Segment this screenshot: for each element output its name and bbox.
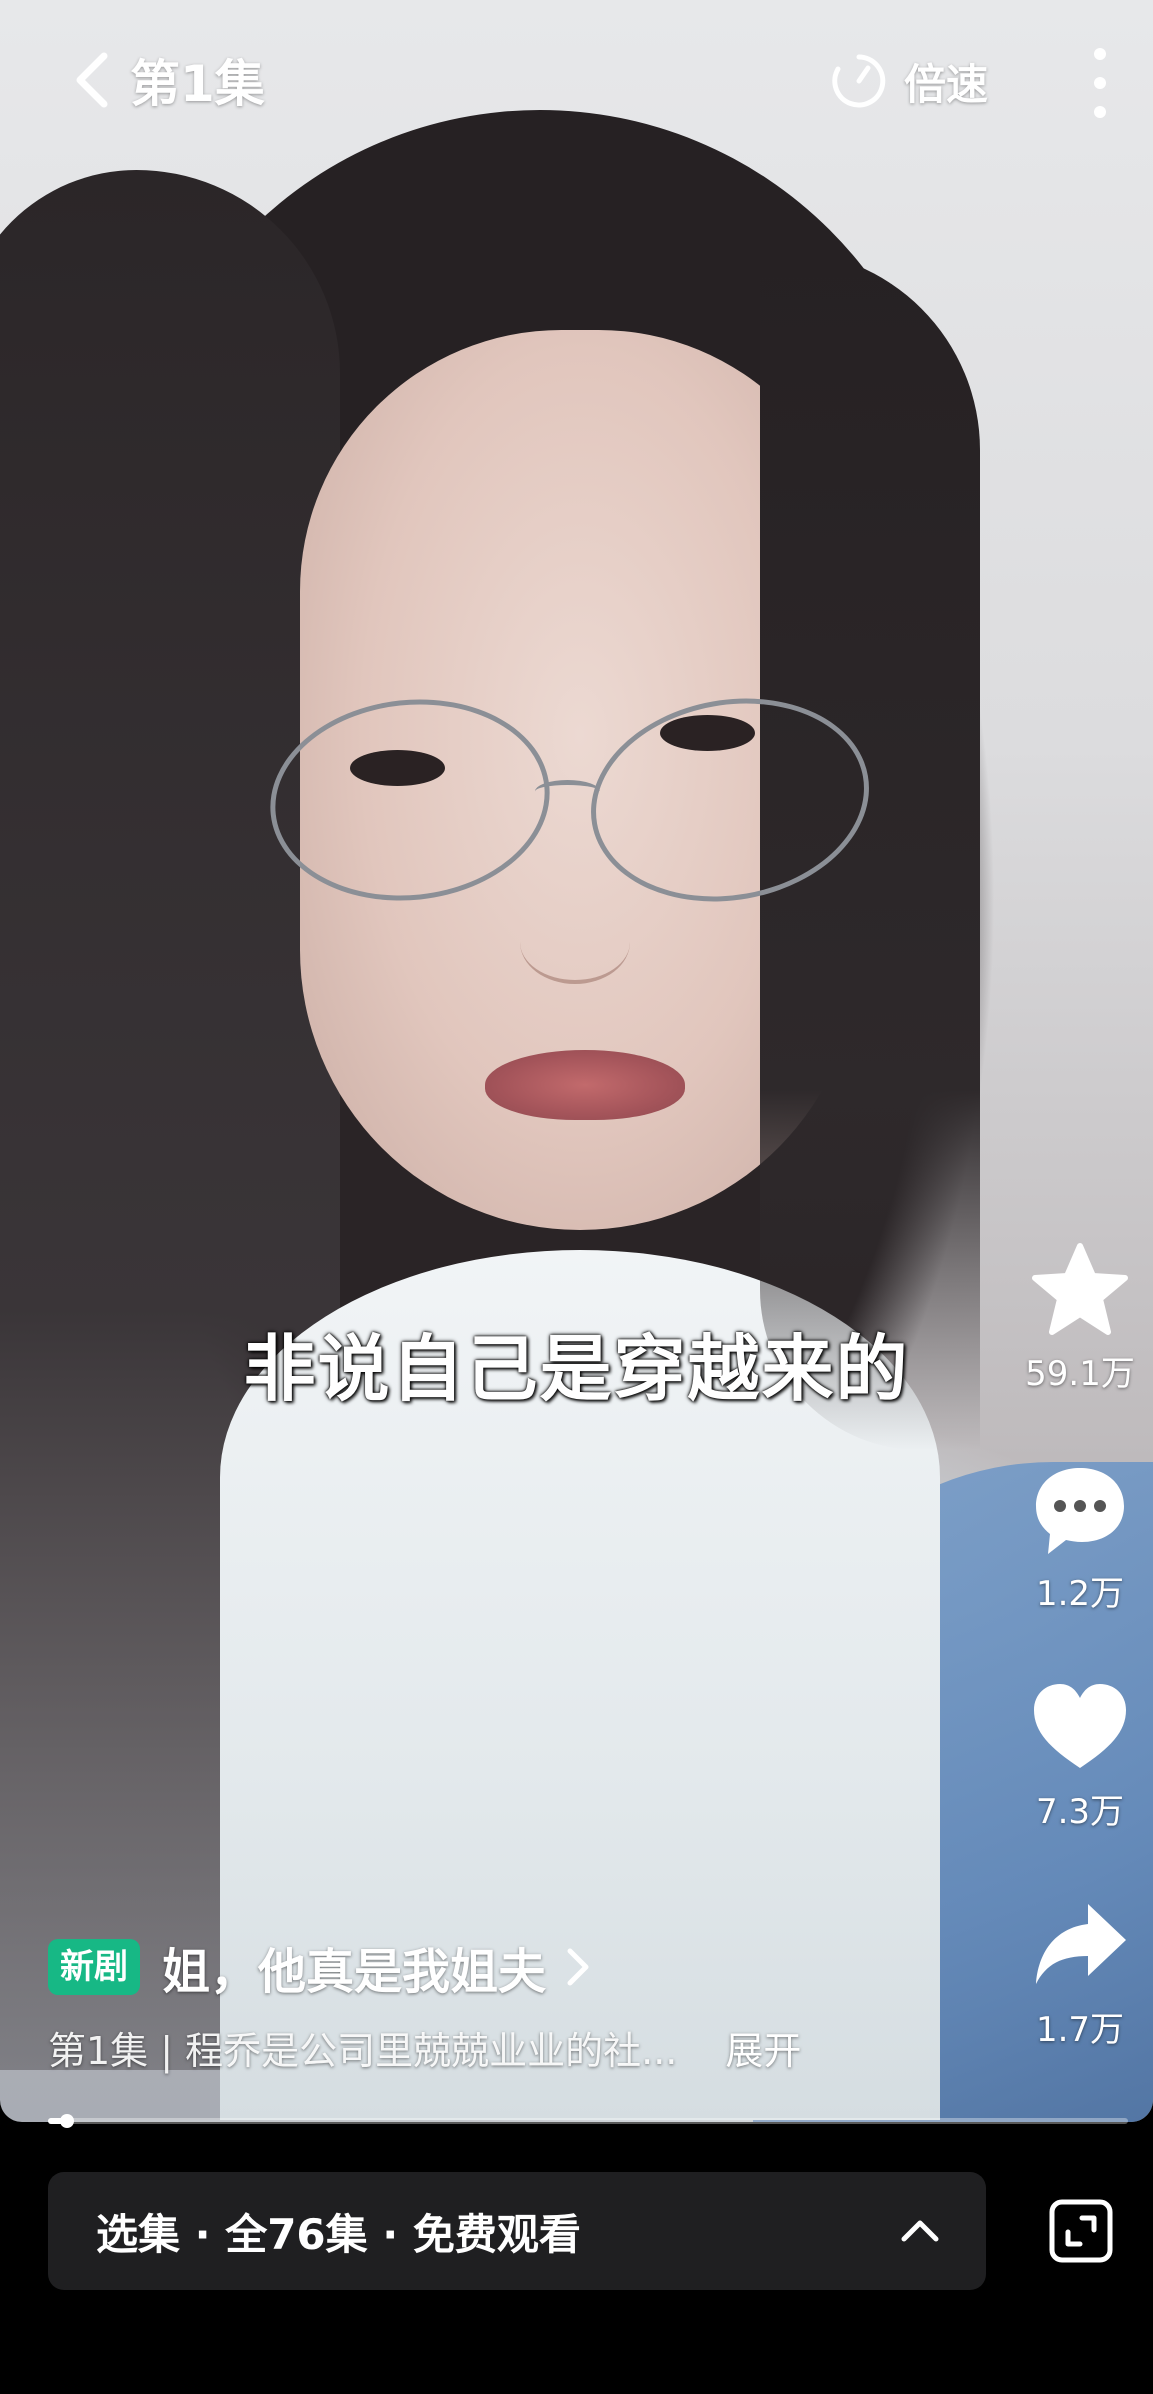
drama-title[interactable]: 姐，他真是我姐夫 [162,1932,546,2002]
back-button[interactable]: 第1集 [70,42,265,118]
video-player[interactable] [0,0,1153,2122]
fullscreen-button[interactable] [1046,2196,1116,2266]
video-frame-part [535,780,600,803]
speed-dial-icon [832,54,886,108]
share-count: 1.7万 [1035,2010,1125,2050]
video-progress-handle[interactable] [60,2114,75,2128]
chevron-left-icon [76,52,108,108]
fullscreen-icon [1049,2199,1113,2263]
vertical-dots-icon [1094,48,1106,60]
episode-selector-label: 选集 · 全76集 · 免费观看 [96,2209,581,2259]
video-frame-part [485,1050,685,1120]
episode-selector-button[interactable]: 选集 · 全76集 · 免费观看 [48,2172,986,2290]
episode-title: 第1集 [130,55,265,113]
like-button[interactable]: 7.3万 [1020,1678,1140,1833]
speed-button[interactable]: 倍速 [830,46,988,116]
video-subtitle: 非说自己是穿越来的 [243,1327,910,1411]
vertical-dots-icon [1094,106,1106,118]
drama-description: 第1集 | 程乔是公司里兢兢业业的社... [48,2029,678,2073]
favorite-button[interactable]: 59.1万 [1020,1240,1140,1395]
comment-count: 1.2万 [1035,1574,1125,1614]
expand-description-link[interactable]: 展开 [725,2020,801,2075]
top-bar: 第1集 倍速 [0,0,1153,160]
share-arrow-icon [1036,1904,1126,1984]
screen: 第1集 倍速 非说自己是穿越来的 59.1万 1.2万 7.3万 1.7万 新剧… [0,0,1153,2394]
chevron-right-icon [567,1948,589,1986]
drama-description-row: 第1集 | 程乔是公司里兢兢业业的社... 展开 [48,2020,801,2075]
like-count: 7.3万 [1035,1792,1125,1832]
chevron-up-icon [901,2220,939,2242]
more-options-button[interactable] [1080,48,1120,118]
video-frame-part [520,900,630,984]
comment-bubble-icon [1036,1468,1124,1554]
vertical-dots-icon [1094,77,1106,89]
favorite-count: 59.1万 [1025,1354,1135,1394]
video-progress-bar[interactable] [48,2114,1128,2128]
share-button[interactable]: 1.7万 [1020,1896,1140,2051]
heart-icon [1034,1684,1126,1768]
new-drama-badge: 新剧 [48,1939,140,1995]
speed-label: 倍速 [904,59,989,109]
star-icon [1032,1243,1128,1335]
drama-title-row[interactable]: 新剧 姐，他真是我姐夫 [48,1932,594,2002]
comment-button[interactable]: 1.2万 [1020,1460,1140,1615]
